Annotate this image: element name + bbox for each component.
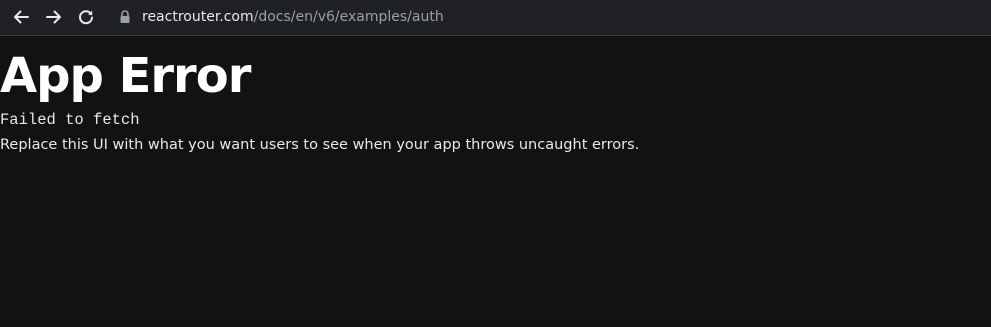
reload-button[interactable]	[74, 6, 98, 28]
page-content: App Error Failed to fetch Replace this U…	[0, 37, 991, 327]
url-path: /docs/en/v6/examples/auth	[253, 9, 444, 25]
error-message: Failed to fetch	[0, 111, 140, 129]
forward-button[interactable]	[42, 6, 66, 28]
address-bar[interactable]: reactrouter.com/docs/en/v6/examples/auth	[142, 6, 444, 28]
lock-icon[interactable]	[118, 9, 132, 25]
arrow-left-icon	[14, 10, 29, 24]
error-hint: Replace this UI with what you want users…	[0, 137, 640, 153]
url-host: reactrouter.com	[142, 9, 254, 25]
arrow-right-icon	[46, 10, 61, 24]
reload-icon	[79, 10, 93, 25]
browser-toolbar: reactrouter.com/docs/en/v6/examples/auth	[0, 0, 991, 36]
back-button[interactable]	[9, 6, 33, 28]
page-title: App Error	[0, 48, 251, 104]
